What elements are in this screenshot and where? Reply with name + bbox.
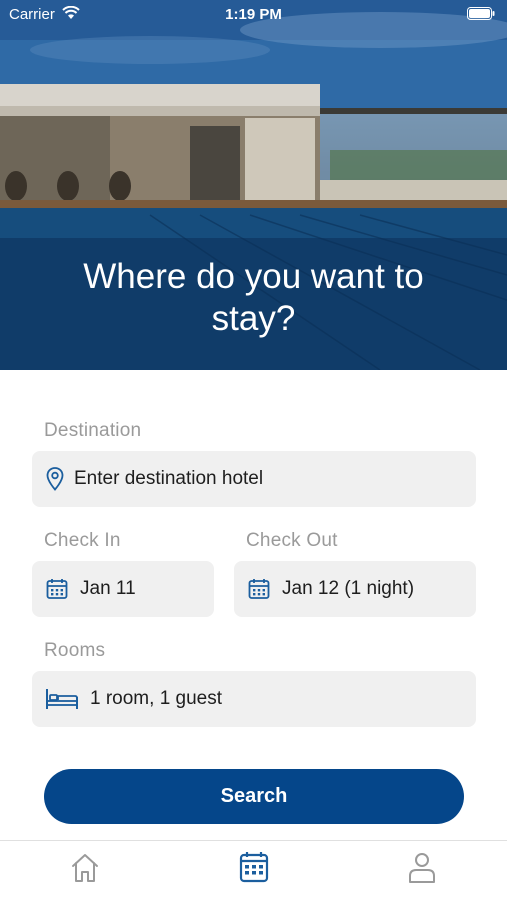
checkin-label: Check In <box>44 530 121 551</box>
checkin-value: Jan 11 <box>80 578 136 599</box>
search-button[interactable]: Search <box>44 769 464 824</box>
rooms-label: Rooms <box>44 640 106 661</box>
profile-icon <box>409 853 435 883</box>
checkout-value: Jan 12 (1 night) <box>282 578 415 599</box>
bed-icon <box>46 689 78 709</box>
tab-bookings[interactable] <box>234 849 274 885</box>
tab-bar <box>0 840 507 900</box>
checkout-label: Check Out <box>246 530 338 551</box>
tab-home[interactable] <box>65 849 105 885</box>
hero-banner: Carrier 1:19 PM Where do you want to sta… <box>0 0 507 370</box>
destination-field[interactable]: Enter destination hotel <box>32 451 476 507</box>
destination-label: Destination <box>44 420 142 441</box>
calendar-icon <box>239 852 269 883</box>
calendar-icon <box>248 579 270 599</box>
checkout-field[interactable]: Jan 12 (1 night) <box>234 561 476 617</box>
battery-icon <box>467 7 495 20</box>
rooms-field[interactable]: 1 room, 1 guest <box>32 671 476 727</box>
hero-title: Where do you want to stay? <box>83 257 424 338</box>
home-icon <box>72 854 98 882</box>
rooms-value: 1 room, 1 guest <box>90 688 223 709</box>
calendar-icon <box>46 579 68 599</box>
checkin-field[interactable]: Jan 11 <box>32 561 214 617</box>
destination-input-text: Enter destination hotel <box>74 468 264 489</box>
status-bar: Carrier 1:19 PM <box>0 0 507 28</box>
tab-profile[interactable] <box>402 849 442 885</box>
status-time: 1:19 PM <box>225 6 282 23</box>
location-pin-icon <box>46 467 64 491</box>
